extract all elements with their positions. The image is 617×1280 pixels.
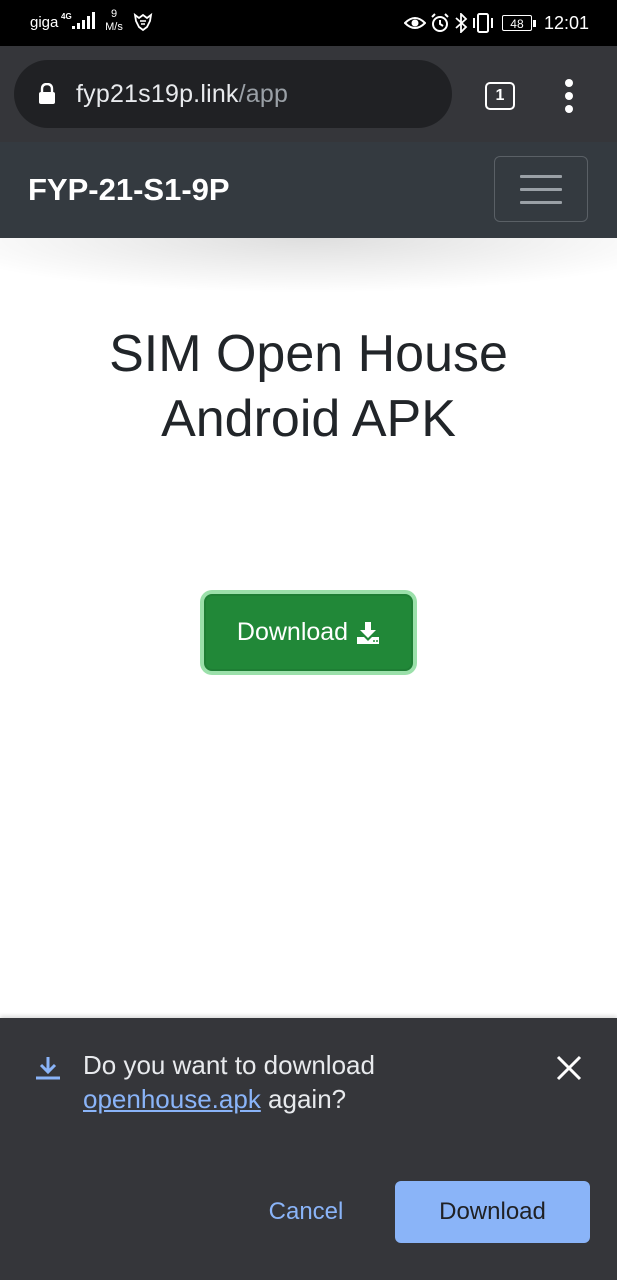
download-message-text: Do you want to download bbox=[83, 1050, 375, 1080]
speed-unit: M/s bbox=[105, 21, 123, 33]
download-filename-link[interactable]: openhouse.apk bbox=[83, 1084, 261, 1114]
close-icon[interactable] bbox=[552, 1051, 586, 1085]
download-button-label: Download bbox=[236, 618, 349, 646]
speed-value: 9 bbox=[110, 8, 118, 20]
address-bar[interactable]: fyp21s19p.link/app bbox=[14, 60, 452, 128]
eye-comfort-icon bbox=[403, 17, 426, 29]
carrier-name: giga bbox=[30, 14, 59, 31]
download-apk-button[interactable]: Download bbox=[204, 594, 413, 671]
hamburger-icon bbox=[520, 175, 562, 178]
site-brand[interactable]: FYP-21-S1-9P bbox=[28, 172, 230, 208]
vibrate-icon bbox=[472, 13, 493, 33]
alarm-icon bbox=[431, 13, 449, 32]
browser-toolbar: fyp21s19p.link/app 1 bbox=[0, 46, 617, 142]
hamburger-icon bbox=[520, 188, 562, 191]
tab-count: 1 bbox=[495, 87, 505, 104]
download-button[interactable]: Download bbox=[395, 1181, 590, 1243]
signal-icon bbox=[72, 12, 95, 29]
navbar-shadow bbox=[0, 238, 617, 328]
clock: 12:01 bbox=[543, 12, 589, 33]
navbar-toggler-button[interactable] bbox=[494, 156, 588, 222]
site-navbar: FYP-21-S1-9P bbox=[0, 142, 617, 238]
download-icon bbox=[357, 621, 380, 644]
battery-icon: 48 bbox=[501, 15, 536, 31]
page-title: SIM Open House Android APK bbox=[109, 325, 508, 448]
status-icons: 48 12:01 bbox=[403, 11, 589, 35]
more-options-icon[interactable] bbox=[558, 78, 580, 114]
battery-level: 48 bbox=[510, 17, 524, 31]
url-path: /app bbox=[238, 80, 289, 108]
download-prompt: Do you want to download openhouse.apk ag… bbox=[0, 1018, 617, 1280]
app-notification-icon bbox=[133, 12, 153, 32]
tab-switcher-button[interactable]: 1 bbox=[485, 82, 515, 110]
network-speed: 9 M/s bbox=[100, 8, 128, 34]
bluetooth-icon bbox=[455, 13, 468, 33]
lock-icon bbox=[39, 83, 55, 104]
download-message-suffix: again? bbox=[260, 1084, 347, 1114]
hamburger-icon bbox=[520, 201, 562, 204]
download-icon bbox=[36, 1057, 60, 1080]
download-message: Do you want to download openhouse.apk ag… bbox=[83, 1048, 523, 1116]
url-host: fyp21s19p.link bbox=[76, 80, 239, 108]
status-bar: giga 4G 9 M/s 48 12:01 bbox=[0, 0, 617, 46]
cancel-button[interactable]: Cancel bbox=[248, 1181, 364, 1243]
url-text[interactable]: fyp21s19p.link/app bbox=[76, 80, 288, 109]
